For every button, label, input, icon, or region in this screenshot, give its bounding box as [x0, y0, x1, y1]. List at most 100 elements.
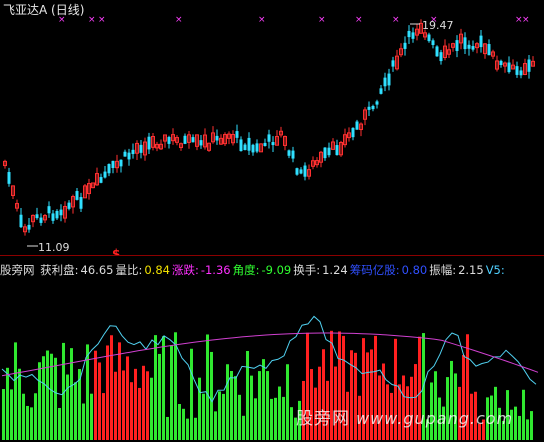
candle-body [507, 62, 511, 73]
candle-body [403, 42, 407, 49]
candle-body [199, 140, 203, 146]
indicator-header: 股旁网 获利盘: 46.65 量比: 0.84 涨跌: -1.36 角度: -9.09 换手: 1… [0, 262, 509, 278]
candle-body [479, 35, 483, 48]
candle-body [455, 40, 459, 51]
volume-bar [170, 345, 173, 440]
volume-bar [50, 353, 53, 440]
volume-bar [218, 391, 221, 440]
signal-marker-icon: × [258, 15, 266, 25]
volume-bar [14, 342, 17, 440]
candle-body [131, 149, 135, 155]
candle-body [127, 152, 131, 160]
volume-bar [226, 364, 229, 440]
candle-body [499, 60, 503, 66]
volume-bar [86, 344, 89, 440]
candle-body [295, 168, 299, 175]
volume-bar [158, 353, 161, 440]
candle-body [103, 171, 107, 178]
volume-bar [518, 415, 521, 440]
indicator-label-0: 获利盘: [40, 263, 79, 277]
indicator-value-0: 46.65 [80, 263, 114, 277]
indicator-label-3: 角度: [232, 263, 260, 277]
volume-bar [174, 332, 177, 440]
candle-body [123, 151, 127, 157]
watermark: 股旁网 www.gupang.com [296, 404, 513, 429]
price-chart[interactable]: × × × × × × × × × × ×19.4711.09 $ [0, 0, 544, 256]
candle-body [291, 150, 295, 159]
signal-marker-icon: × [88, 15, 96, 25]
volume-bar [74, 382, 77, 440]
panel-divider [0, 255, 544, 256]
volume-bar [230, 370, 233, 440]
candle-body [411, 32, 415, 39]
volume-bar [22, 393, 25, 440]
volume-bar [526, 419, 529, 440]
candle-body [235, 131, 239, 138]
candle-body [387, 73, 391, 86]
volume-bar [114, 371, 117, 440]
candle-body [247, 137, 251, 151]
indicator-value-3: -9.09 [261, 263, 292, 277]
indicator-value-6: 2.15 [458, 263, 484, 277]
volume-bar [18, 368, 21, 440]
signal-marker-icon: × [175, 15, 183, 25]
volume-bar [142, 365, 145, 440]
indicator-label-6: 振幅: [429, 263, 457, 277]
candle-body [527, 59, 531, 72]
candle-body [327, 147, 331, 156]
candle-body [299, 169, 303, 174]
volume-bar [106, 345, 109, 440]
volume-bar [42, 356, 45, 440]
candle-body [431, 40, 435, 46]
volume-bar [250, 375, 253, 440]
candle-body [251, 144, 255, 153]
candle-body [323, 147, 327, 159]
volume-bar [34, 393, 37, 440]
volume-bar [82, 403, 85, 440]
signal-marker-icon: × [392, 15, 400, 25]
candle-body [407, 30, 411, 38]
candle-body [111, 160, 115, 168]
candle-body [167, 137, 171, 144]
signal-marker-icon: × [98, 15, 106, 25]
volume-bar [58, 407, 61, 440]
candle-body [375, 101, 379, 105]
signal-marker-icon: × [355, 15, 363, 25]
volume-bar [530, 411, 533, 440]
candle-body [7, 172, 11, 184]
candle-body [467, 44, 471, 49]
volume-bar [126, 356, 129, 440]
volume-bar [258, 371, 261, 440]
volume-bar [146, 371, 149, 440]
volume-bar [94, 350, 97, 440]
candle-body [435, 46, 439, 57]
indicator-site-name: 股旁网 [0, 263, 35, 277]
volume-bar [270, 398, 273, 440]
indicator-value-2: -1.36 [200, 263, 231, 277]
indicator-label-7: V5: [485, 263, 505, 277]
volume-bar [198, 377, 201, 440]
volume-bar [178, 404, 181, 440]
volume-bar [246, 350, 249, 440]
candle-body [47, 206, 51, 214]
volume-bar [206, 334, 209, 440]
candle-body [367, 106, 371, 110]
volume-bar [90, 393, 93, 440]
candle-body [355, 121, 359, 130]
volume-bar [194, 417, 197, 440]
volume-bar [242, 415, 245, 440]
indicator-label-5: 筹码亿股: [349, 263, 400, 277]
volume-bar [274, 397, 277, 440]
candle-body [487, 44, 491, 56]
volume-bar [122, 370, 125, 440]
volume-bar [522, 389, 525, 440]
candle-body [215, 135, 219, 141]
volume-bar [62, 342, 65, 440]
volume-bar [290, 407, 293, 440]
candle-body [39, 217, 43, 223]
candle-body [191, 137, 195, 143]
candle-body [391, 60, 395, 67]
candle-body [379, 88, 383, 94]
candle-body [271, 142, 275, 146]
volume-bar [130, 382, 133, 440]
